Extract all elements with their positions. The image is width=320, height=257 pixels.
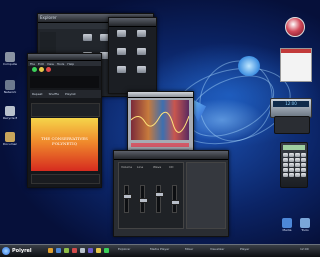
folder-icon[interactable] [117,30,126,37]
media-menubar: File Edit View Tools Help [28,61,101,66]
quicklaunch-icon[interactable] [104,248,109,253]
media-library-pane[interactable] [30,76,99,88]
start-label[interactable]: Polyrel [12,247,32,255]
task-button[interactable]: Mixer [185,247,193,251]
quicklaunch-icon[interactable] [88,248,93,253]
folder-icon[interactable] [137,30,146,37]
slider-thumb[interactable] [123,194,132,199]
desktop-icon-documents[interactable]: Documents [3,132,17,146]
media-player-window[interactable]: File Edit View Tools Help Repeat Shuffle… [27,53,102,188]
folder-icon[interactable] [137,66,146,73]
folder-icon[interactable] [117,48,126,55]
mixer-panel: Volume Line Wave CD [118,162,184,229]
playlist-button[interactable]: Playlist [65,92,76,96]
pause-icon[interactable] [39,67,44,72]
desktop: Computer Network Recycle Bin Documents M… [0,0,320,244]
mixer-channel-label: Volume [121,165,133,169]
mixer-channel-label: CD [169,165,174,169]
line-slider[interactable] [139,185,148,213]
secondary-window[interactable] [108,17,157,94]
visualizer-titlebar[interactable] [128,92,193,98]
album-art: THE CONSERVATIVES POLYNETIQ [31,118,98,171]
repeat-button[interactable]: Repeat [32,92,43,96]
quicklaunch-icon[interactable] [64,248,69,253]
wallpaper-flower [238,56,260,76]
folder-icon[interactable] [117,66,126,73]
task-button[interactable]: Visualizer [210,247,224,251]
clock-readout: 12:00 [273,101,309,107]
wave-slider[interactable] [155,185,164,213]
calculator-gadget[interactable] [280,142,308,188]
shuffle-button[interactable]: Shuffle [49,92,59,96]
volume-slider[interactable] [123,185,132,213]
calendar-grid [281,53,311,59]
quicklaunch-icon[interactable] [96,248,101,253]
quicklaunch-icon[interactable] [72,248,77,253]
visualizer-level-bar [131,143,189,147]
secondary-titlebar[interactable] [109,18,156,27]
taskbar: Polyrel Explorer Media Player Mixer Visu… [0,244,320,257]
folder-icon[interactable] [137,48,146,55]
desktop-icon-recycle-bin[interactable]: Recycle Bin [3,106,17,120]
tools-icon [300,218,310,228]
slider-thumb[interactable] [171,200,180,205]
media-seek-bar[interactable] [31,174,100,184]
stop-icon[interactable] [46,67,51,72]
desktop-icon-media[interactable]: Media [280,218,294,232]
visualizer-display [131,100,189,140]
album-art-subtitle: POLYNETIQ [52,141,77,146]
visualizer-wave [131,111,189,133]
media-control-bar: Repeat Shuffle Playlist [30,90,101,98]
folder-icon [5,132,15,142]
menu-file[interactable]: File [30,62,35,66]
network-icon [5,80,15,90]
calculator-keypad[interactable] [281,152,307,178]
task-button[interactable]: Player [240,247,249,251]
mixer-side-panel [186,162,226,229]
quicklaunch-icon[interactable] [56,248,61,253]
play-icon[interactable] [32,67,37,72]
task-button[interactable]: Media Player [150,247,169,251]
desktop-icon-tools[interactable]: Tools [298,218,312,232]
recycle-bin-icon [5,106,15,116]
slider-thumb[interactable] [139,198,148,203]
calculator-display [283,145,305,150]
computer-icon [5,52,15,62]
media-info-pane [31,103,100,117]
menu-tools[interactable]: Tools [57,62,64,66]
quicklaunch-icon[interactable] [80,248,85,253]
desktop-icon-computer[interactable]: Computer [3,52,17,66]
mixer-window[interactable]: Volume Line Wave CD [113,150,229,237]
mixer-channel-label: Line [137,165,144,169]
menu-view[interactable]: View [47,62,54,66]
menu-edit[interactable]: Edit [38,62,44,66]
media-titlebar[interactable] [28,54,101,61]
quicklaunch-icon[interactable] [48,248,53,253]
playback-gadget[interactable] [274,116,310,134]
task-button[interactable]: Explorer [118,247,131,251]
start-orb-icon[interactable] [2,247,10,255]
mixer-titlebar[interactable] [114,151,228,160]
taskbar-clock[interactable]: 12:00 [300,247,309,251]
weather-gadget-icon[interactable] [285,17,305,37]
menu-help[interactable]: Help [67,62,74,66]
clock-gadget[interactable]: 12:00 [270,98,312,118]
media-icon [282,218,292,228]
folder-icon[interactable] [83,34,92,41]
cd-slider[interactable] [171,185,180,213]
desktop-icon-network[interactable]: Network [3,80,17,94]
mixer-channel-label: Wave [153,165,162,169]
calendar-gadget[interactable] [280,48,312,82]
slider-thumb[interactable] [155,192,164,197]
